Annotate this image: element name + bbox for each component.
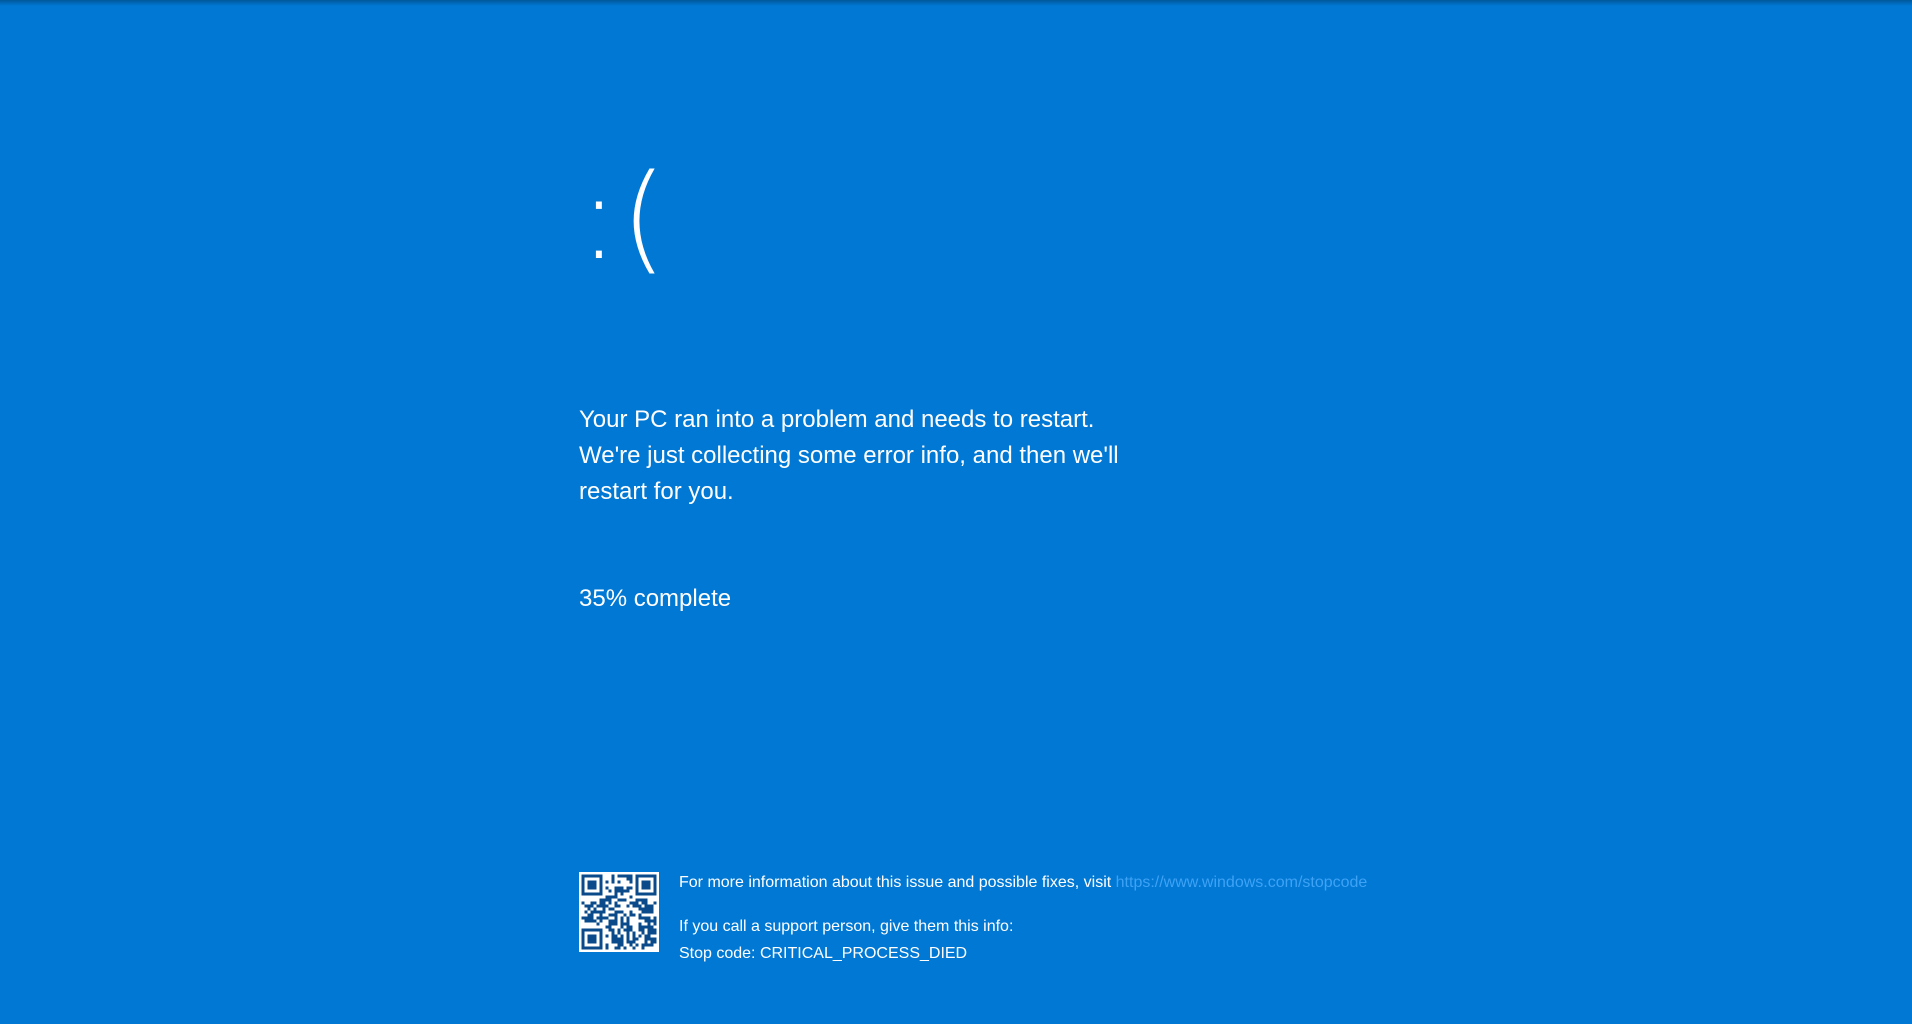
progress-text: 35% complete <box>579 585 732 612</box>
error-message: Your PC ran into a problem and needs to … <box>579 406 1119 505</box>
sad-face-emoticon: :( <box>579 148 669 286</box>
stopcode-link[interactable]: https://www.windows.com/stopcode <box>1116 874 1368 891</box>
stop-code-text: Stop code: CRITICAL_PROCESS_DIED <box>679 945 968 962</box>
qr-code-icon[interactable] <box>579 872 659 952</box>
more-info-text: For more information about this issue an… <box>679 874 1112 891</box>
footer-info: For more information about this issue an… <box>579 872 1479 972</box>
more-info-line: For more information about this issue an… <box>679 873 1367 893</box>
support-info-text: If you call a support person, give them … <box>679 918 1014 935</box>
error-screen: :( Your PC ran into a problem and needs … <box>579 0 1479 1024</box>
